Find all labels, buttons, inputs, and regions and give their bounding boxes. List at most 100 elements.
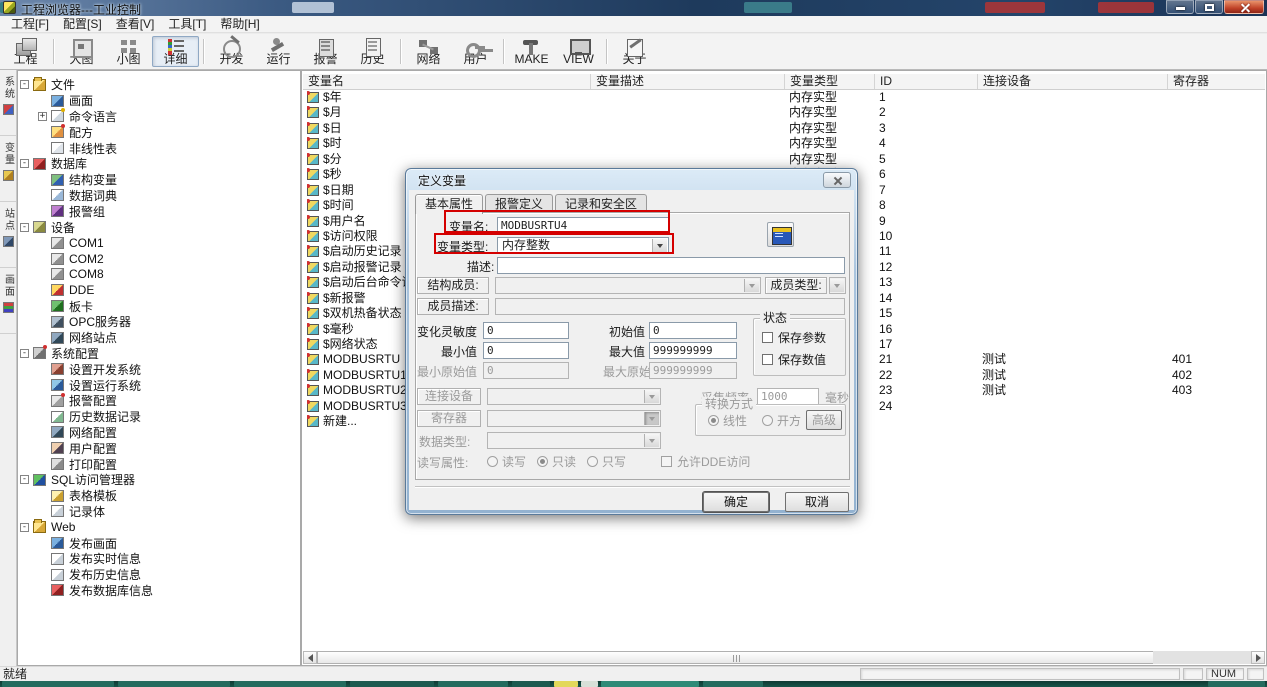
- menu-item[interactable]: 查看[V]: [109, 16, 162, 32]
- tree-item[interactable]: - Web: [18, 519, 300, 535]
- column-header-type[interactable]: 变量类型: [785, 74, 875, 89]
- maximize-button[interactable]: [1195, 0, 1223, 14]
- linear-radio[interactable]: [708, 415, 719, 426]
- toolbar-button[interactable]: 大图: [58, 36, 105, 67]
- tree-item[interactable]: 报警配置: [18, 393, 300, 409]
- table-row[interactable]: $日 内存实型 3: [303, 121, 1265, 136]
- initial-value-input[interactable]: 0: [649, 322, 737, 339]
- readonly-radio[interactable]: [537, 456, 548, 467]
- tree-item[interactable]: 用户配置: [18, 440, 300, 456]
- column-header-description[interactable]: 变量描述: [591, 74, 785, 89]
- tree-item[interactable]: COM2: [18, 251, 300, 267]
- close-button[interactable]: [1224, 0, 1264, 14]
- horizontal-scrollbar[interactable]: [303, 651, 1265, 664]
- variable-icon-button[interactable]: [767, 222, 794, 247]
- menu-item[interactable]: 帮助[H]: [213, 16, 266, 32]
- tree-item[interactable]: 非线性表: [18, 140, 300, 156]
- tree-item[interactable]: 发布画面: [18, 535, 300, 551]
- tree-toggle[interactable]: -: [20, 159, 29, 168]
- tree-item[interactable]: - 设备: [18, 219, 300, 235]
- tree-toggle[interactable]: -: [20, 523, 29, 532]
- toolbar-button[interactable]: 工程: [2, 36, 49, 67]
- advanced-button[interactable]: 高级: [806, 410, 842, 430]
- tree-toggle[interactable]: -: [20, 475, 29, 484]
- scroll-left-button[interactable]: [303, 651, 317, 664]
- menu-item[interactable]: 工程[F]: [4, 16, 56, 32]
- menu-item[interactable]: 工具[T]: [161, 16, 213, 32]
- description-input[interactable]: [497, 257, 845, 274]
- tree-item[interactable]: - SQL访问管理器: [18, 472, 300, 488]
- toolbar-button[interactable]: 关于: [611, 36, 658, 67]
- scrollbar-track[interactable]: [1153, 651, 1251, 664]
- sidebar-tab[interactable]: 画面: [0, 268, 16, 334]
- tree-toggle[interactable]: -: [20, 80, 29, 89]
- tree-item[interactable]: + 命令语言: [18, 109, 300, 125]
- tree-item[interactable]: 报警组: [18, 203, 300, 219]
- writeonly-radio[interactable]: [587, 456, 598, 467]
- tree-item[interactable]: 网络配置: [18, 425, 300, 441]
- sidebar-tab[interactable]: 变量: [0, 136, 16, 202]
- tree-toggle[interactable]: -: [20, 349, 29, 358]
- tree-item[interactable]: DDE: [18, 282, 300, 298]
- toolbar-button[interactable]: VIEW: [555, 36, 602, 67]
- table-row[interactable]: $月 内存实型 2: [303, 105, 1265, 120]
- cancel-button[interactable]: 取消: [785, 492, 849, 512]
- tree-item[interactable]: 网络站点: [18, 330, 300, 346]
- tree-item[interactable]: 历史数据记录: [18, 409, 300, 425]
- toolbar-button[interactable]: 开发: [208, 36, 255, 67]
- toolbar-button[interactable]: 小图: [105, 36, 152, 67]
- tree-item[interactable]: 发布数据库信息: [18, 583, 300, 599]
- tree-toggle[interactable]: +: [38, 112, 47, 121]
- tree-item[interactable]: - 文件: [18, 77, 300, 93]
- max-value-input[interactable]: 999999999: [649, 342, 737, 359]
- column-header-device[interactable]: 连接设备: [978, 74, 1168, 89]
- table-row[interactable]: $年 内存实型 1: [303, 90, 1265, 105]
- tree-item[interactable]: 设置开发系统: [18, 361, 300, 377]
- struct-member-button[interactable]: 结构成员:: [417, 277, 489, 294]
- ok-button[interactable]: 确定: [703, 492, 769, 512]
- tree-item[interactable]: 结构变量: [18, 172, 300, 188]
- sidebar-tab[interactable]: 站点: [0, 202, 16, 268]
- tree-toggle[interactable]: -: [20, 223, 29, 232]
- minimize-button[interactable]: [1166, 0, 1194, 14]
- scrollbar-thumb[interactable]: [317, 651, 1155, 664]
- tree-item[interactable]: 记录体: [18, 504, 300, 520]
- tree-item[interactable]: 配方: [18, 124, 300, 140]
- column-header-register[interactable]: 寄存器: [1168, 74, 1267, 89]
- save-values-checkbox[interactable]: [762, 354, 773, 365]
- sidebar-tab[interactable]: 系统: [0, 70, 16, 136]
- toolbar-button[interactable]: 用户: [452, 36, 499, 67]
- tree-item[interactable]: - 数据库: [18, 156, 300, 172]
- tree-item[interactable]: - 系统配置: [18, 346, 300, 362]
- dialog-close-button[interactable]: [823, 172, 851, 188]
- tree-item[interactable]: 设置运行系统: [18, 377, 300, 393]
- tree-item[interactable]: 画面: [18, 93, 300, 109]
- member-desc-button[interactable]: 成员描述:: [417, 298, 489, 315]
- table-row[interactable]: $分 内存实型 5: [303, 152, 1265, 167]
- toolbar-button[interactable]: 历史: [349, 36, 396, 67]
- toolbar-button[interactable]: 详细: [152, 36, 199, 67]
- table-row[interactable]: $时 内存实型 4: [303, 136, 1265, 151]
- scroll-right-button[interactable]: [1251, 651, 1265, 664]
- tree-item[interactable]: 打印配置: [18, 456, 300, 472]
- toolbar-button[interactable]: 运行: [255, 36, 302, 67]
- tree-item[interactable]: 数据词典: [18, 188, 300, 204]
- menu-item[interactable]: 配置[S]: [56, 16, 109, 32]
- tree-item[interactable]: 发布历史信息: [18, 567, 300, 583]
- column-header-name[interactable]: 变量名: [303, 74, 591, 89]
- tree-item[interactable]: 板卡: [18, 298, 300, 314]
- column-header-id[interactable]: ID: [875, 74, 978, 89]
- tree-item[interactable]: 发布实时信息: [18, 551, 300, 567]
- save-params-checkbox[interactable]: [762, 332, 773, 343]
- sqrt-radio[interactable]: [762, 415, 773, 426]
- min-value-input[interactable]: 0: [483, 342, 569, 359]
- tree-item[interactable]: COM1: [18, 235, 300, 251]
- sensitivity-input[interactable]: 0: [483, 322, 569, 339]
- tree-item[interactable]: OPC服务器: [18, 314, 300, 330]
- toolbar-button[interactable]: MAKE: [508, 36, 555, 67]
- readwrite-radio[interactable]: [487, 456, 498, 467]
- toolbar-button[interactable]: 报警: [302, 36, 349, 67]
- tree-item[interactable]: COM8: [18, 267, 300, 283]
- allow-dde-checkbox[interactable]: [661, 456, 672, 467]
- tree-item[interactable]: 表格模板: [18, 488, 300, 504]
